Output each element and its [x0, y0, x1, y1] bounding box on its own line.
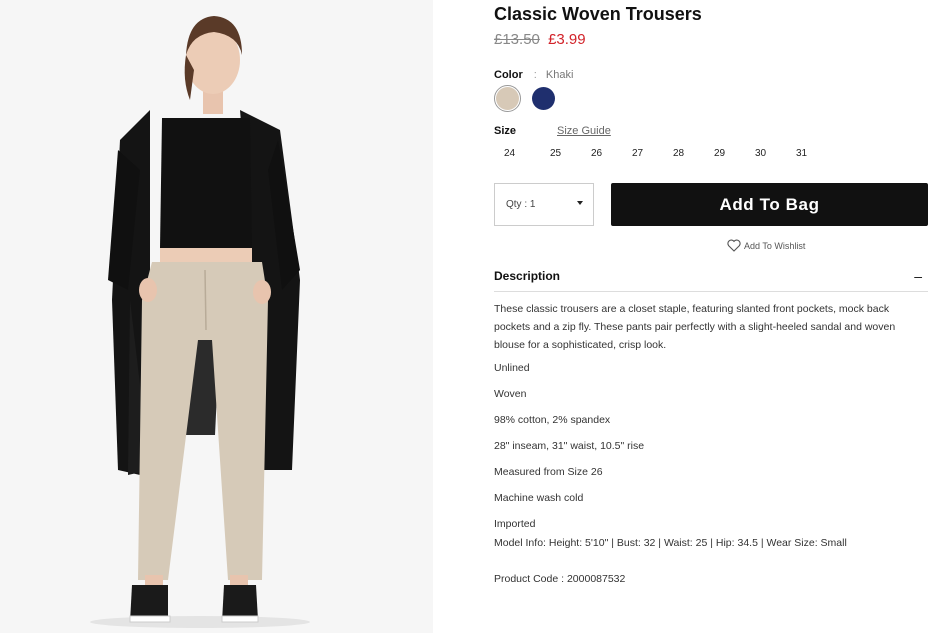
- model-illustration: [0, 0, 433, 633]
- size-option-31[interactable]: 31: [781, 148, 822, 159]
- product-code: Product Code : 2000087532: [494, 573, 626, 585]
- size-option-26[interactable]: 26: [576, 148, 617, 159]
- quantity-select[interactable]: Qty : 1: [494, 183, 594, 226]
- selected-color-name: Khaki: [545, 69, 574, 81]
- collapse-icon[interactable]: –: [914, 268, 922, 284]
- swatch-khaki[interactable]: [494, 85, 521, 112]
- model-info: Model Info: Height: 5'10" | Bust: 32 | W…: [494, 537, 847, 549]
- description-text: These classic trousers are a closet stap…: [494, 303, 896, 351]
- product-image[interactable]: [0, 0, 433, 633]
- size-option-27[interactable]: 27: [617, 148, 658, 159]
- color-swatches: [494, 85, 566, 112]
- original-price: £13.50: [494, 31, 540, 48]
- price-block: £13.50 £3.99: [494, 31, 586, 48]
- color-selector-label: Color : Khaki: [494, 69, 573, 81]
- add-to-wishlist-link[interactable]: Add To Wishlist: [727, 239, 805, 252]
- heart-icon: [727, 239, 741, 252]
- wishlist-label: Add To Wishlist: [744, 240, 806, 251]
- add-to-bag-button[interactable]: Add To Bag: [611, 183, 928, 226]
- size-option-29[interactable]: 29: [699, 148, 740, 159]
- size-label: Size: [494, 125, 517, 137]
- size-option-30[interactable]: 30: [740, 148, 781, 159]
- sale-price: £3.99: [548, 31, 586, 48]
- description-heading: Description: [494, 268, 561, 283]
- quantity-value: Qty : 1: [506, 199, 536, 210]
- feature-item: Machine wash cold: [494, 492, 584, 504]
- color-separator: :: [533, 69, 537, 81]
- size-guide-link[interactable]: Size Guide: [557, 125, 611, 137]
- size-options: 24 25 26 27 28 29 30 31: [494, 148, 822, 159]
- feature-item: Woven: [494, 388, 527, 400]
- description-accordion-header[interactable]: Description –: [494, 262, 928, 292]
- feature-item: 98% cotton, 2% spandex: [494, 414, 611, 426]
- feature-list: Unlined Woven 98% cotton, 2% spandex 28"…: [494, 358, 644, 540]
- feature-item: Measured from Size 26: [494, 466, 603, 478]
- size-option-24[interactable]: 24: [494, 148, 535, 159]
- size-option-25[interactable]: 25: [535, 148, 576, 159]
- swatch-khaki-color: [496, 87, 519, 110]
- size-selector-label: Size Size Guide: [494, 125, 824, 137]
- swatch-navy[interactable]: [530, 85, 557, 112]
- caret-down-icon: [577, 201, 583, 205]
- color-label: Color: [494, 69, 523, 81]
- product-title: Classic Woven Trousers: [494, 4, 702, 24]
- size-option-28[interactable]: 28: [658, 148, 699, 159]
- feature-item: 28" inseam, 31" waist, 10.5" rise: [494, 440, 645, 452]
- feature-item: Unlined: [494, 362, 530, 374]
- swatch-navy-color: [532, 87, 555, 110]
